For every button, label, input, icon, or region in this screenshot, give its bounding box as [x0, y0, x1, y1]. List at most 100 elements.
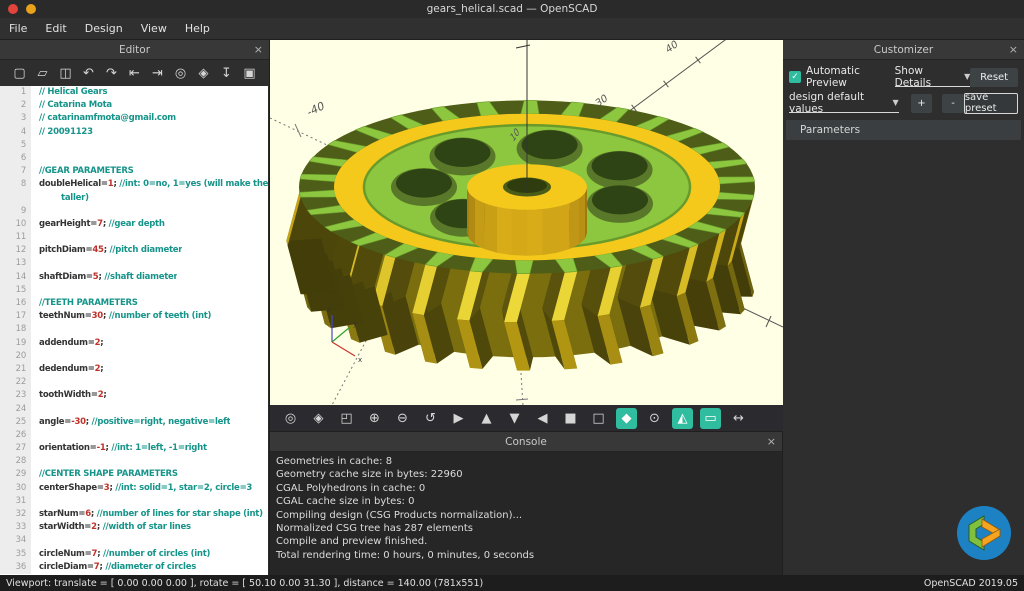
menu-bar: FileEditDesignViewHelp	[0, 18, 1024, 40]
code-line: 14shaftDiam=5; //shaft diameter	[0, 271, 268, 284]
zoom-out-icon[interactable]: ⊖	[392, 408, 413, 429]
code-line: 26	[0, 429, 268, 442]
open-icon[interactable]: ▱	[32, 63, 53, 84]
render-icon[interactable]: ◈	[193, 63, 214, 84]
perspective-icon[interactable]: ◭	[672, 408, 693, 429]
code-line: 5	[0, 139, 268, 152]
preview-icon[interactable]: ◎	[280, 408, 301, 429]
menu-design[interactable]: Design	[76, 18, 132, 40]
console-line: Normalized CSG tree has 287 elements	[276, 522, 776, 535]
render-icon[interactable]: ◈	[308, 408, 329, 429]
code-line: 22	[0, 376, 268, 389]
code-line: 29//CENTER SHAPE PARAMETERS	[0, 468, 268, 481]
view-all-icon[interactable]: ◰	[336, 408, 357, 429]
code-line: 11	[0, 231, 268, 244]
code-line: 17teethNum=30; //number of teeth (int)	[0, 310, 268, 323]
view-front-icon[interactable]: ■	[560, 408, 581, 429]
show-details-dropdown[interactable]: Show Details ▼	[895, 68, 971, 87]
undo-icon[interactable]: ↶	[78, 63, 99, 84]
console-line: Geometries in cache: 8	[276, 455, 776, 468]
reset-button[interactable]: Reset	[970, 68, 1018, 87]
view-left-icon[interactable]: ◀	[532, 408, 553, 429]
chevron-down-icon: ▼	[893, 98, 899, 107]
viewport-status-text: Viewport: translate = [ 0.00 0.00 0.00 ]…	[6, 578, 483, 589]
console-panel: Console × Geometries in cache: 8Geometry…	[270, 432, 783, 575]
code-line: 35circleNum=7; //number of circles (int)	[0, 548, 268, 561]
redo-icon[interactable]: ↷	[101, 63, 122, 84]
close-icon[interactable]: ×	[767, 435, 776, 446]
code-line: 33starWidth=2; //width of star lines	[0, 521, 268, 534]
view-center-icon[interactable]: ⊙	[644, 408, 665, 429]
preview-icon[interactable]: ◎	[170, 63, 191, 84]
view-bottom-icon[interactable]: ▼	[504, 408, 525, 429]
code-line: 16//TEETH PARAMETERS	[0, 297, 268, 310]
show-details-value: Show Details	[895, 65, 959, 89]
code-line: 2// Catarina Mota	[0, 99, 268, 112]
view-back-icon[interactable]: □	[588, 408, 609, 429]
code-line: 27orientation=-1; //int: 1=left, -1=righ…	[0, 442, 268, 455]
svg-text:x: x	[358, 356, 362, 364]
menu-view[interactable]: View	[132, 18, 176, 40]
unindent-icon[interactable]: ⇤	[124, 63, 145, 84]
export-stl-icon[interactable]: ↧	[216, 63, 237, 84]
code-line: 1// Helical Gears	[0, 86, 268, 99]
zoom-in-icon[interactable]: ⊕	[364, 408, 385, 429]
close-icon[interactable]: ×	[1009, 43, 1018, 54]
3d-viewport[interactable]: -40103040zyx	[270, 40, 783, 405]
automatic-preview-checkbox[interactable]: ✓	[789, 71, 801, 83]
view-top-icon[interactable]: ▲	[476, 408, 497, 429]
preset-value: design default values	[789, 91, 887, 115]
code-line: 6	[0, 152, 268, 165]
code-line: 21dedendum=2;	[0, 363, 268, 376]
status-bar: Viewport: translate = [ 0.00 0.00 0.00 ]…	[0, 575, 1024, 591]
console-line: Geometry cache size in bytes: 22960	[276, 468, 776, 481]
code-line: 34	[0, 534, 268, 547]
save-preset-button[interactable]: save preset	[964, 93, 1018, 114]
code-line: 13	[0, 257, 268, 270]
save-icon[interactable]: ◫	[55, 63, 76, 84]
customizer-row-1: ✓ Automatic Preview Show Details ▼ Reset	[789, 66, 1018, 88]
new-file-icon[interactable]: ▢	[9, 63, 30, 84]
code-line: 24	[0, 403, 268, 416]
menu-edit[interactable]: Edit	[36, 18, 75, 40]
editor-panel-header[interactable]: Editor ×	[0, 40, 269, 60]
remove-preset-button[interactable]: -	[942, 94, 964, 113]
orthographic-icon[interactable]: ▭	[700, 408, 721, 429]
code-line: 7//GEAR PARAMETERS	[0, 165, 268, 178]
code-line: 25angle=-30; //positive=right, negative=…	[0, 416, 268, 429]
code-line: 28	[0, 455, 268, 468]
openscad-window: gears_helical.scad — OpenSCAD FileEditDe…	[0, 0, 1024, 591]
code-line: 18	[0, 323, 268, 336]
console-panel-header[interactable]: Console ×	[270, 432, 782, 452]
close-icon[interactable]: ×	[254, 43, 263, 54]
code-area[interactable]: 1// Helical Gears2// Catarina Mota3// ca…	[0, 86, 268, 575]
code-line: 3// catarinamfmota@gmail.com	[0, 112, 268, 125]
code-line: 32starNum=6; //number of lines for star …	[0, 508, 268, 521]
svg-text:y: y	[353, 320, 357, 328]
menu-file[interactable]: File	[0, 18, 36, 40]
editor-toolbar: ▢▱◫↶↷⇤⇥◎◈↧▣	[0, 60, 269, 86]
console-line: Total rendering time: 0 hours, 0 minutes…	[276, 549, 776, 562]
console-line: CGAL Polyhedrons in cache: 0	[276, 482, 776, 495]
console-output: Geometries in cache: 8Geometry cache siz…	[270, 452, 782, 565]
indent-icon[interactable]: ⇥	[147, 63, 168, 84]
code-line: 9	[0, 205, 268, 218]
parameters-section-header[interactable]: Parameters	[786, 120, 1021, 140]
svg-text:40: 40	[665, 40, 680, 56]
code-line: 36circleDiam=7; //diameter of circles	[0, 561, 268, 574]
add-preset-button[interactable]: +	[911, 94, 933, 113]
preset-dropdown[interactable]: design default values ▼	[789, 94, 899, 113]
window-title: gears_helical.scad — OpenSCAD	[0, 3, 1024, 15]
customizer-panel-header[interactable]: Customizer ×	[783, 40, 1024, 60]
customizer-panel-title: Customizer	[874, 44, 933, 56]
view-right-icon[interactable]: ▶	[448, 408, 469, 429]
measure-icon[interactable]: ↔	[728, 408, 749, 429]
menu-help[interactable]: Help	[176, 18, 219, 40]
code-line: 31	[0, 495, 268, 508]
svg-text:-40: -40	[306, 99, 325, 120]
code-line: taller)	[0, 192, 268, 205]
view-diagonal-icon[interactable]: ◆	[616, 408, 637, 429]
reset-view-icon[interactable]: ↺	[420, 408, 441, 429]
customizer-row-2: design default values ▼ + - save preset	[789, 92, 1018, 114]
print-icon[interactable]: ▣	[239, 63, 260, 84]
